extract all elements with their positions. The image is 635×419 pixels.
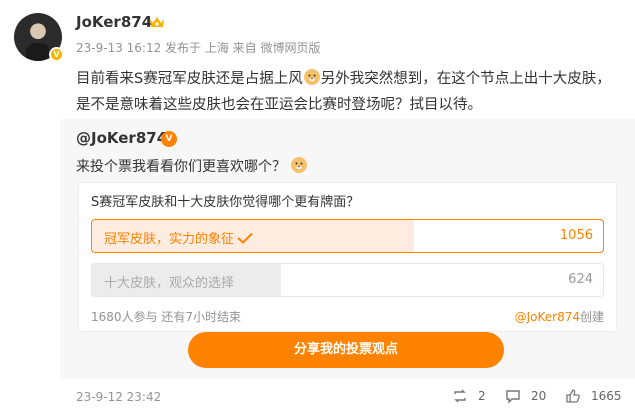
comment-count: 20 [531, 389, 547, 403]
share-vote-button[interactable]: 分享我的投票观点 [188, 332, 504, 368]
post-meta: 23-9-13 16:12 发布于 上海 来自 微博网页版 [76, 41, 321, 55]
repost-card: @JoKer874 V 来投个票我看看你们更喜欢哪个？ S赛冠军皮肤和十大皮肤你… [60, 119, 635, 379]
poll-creator: @JoKer874创建 [514, 310, 604, 324]
poll-option-2-count: 624 [568, 272, 593, 287]
poll-option-2-label: 十大皮肤，观众的选择 [104, 276, 235, 291]
crown-icon [150, 17, 164, 27]
poll-card: S赛冠军皮肤和十大皮肤你觉得哪个更有牌面？ 冠军皮肤，实力的象征 1056 十大… [78, 182, 617, 332]
poll-question: S赛冠军皮肤和十大皮肤你觉得哪个更有牌面？ [91, 195, 360, 210]
like-action[interactable]: 1665 [565, 388, 622, 404]
poll-option-1-label: 冠军皮肤，实力的象征 [104, 228, 253, 247]
poll-option-1[interactable]: 冠军皮肤，实力的象征 1056 [91, 219, 604, 253]
repost-count: 2 [478, 389, 486, 403]
thumbs-up-icon [566, 389, 580, 403]
poll-creator-link[interactable]: @JoKer874 [515, 310, 580, 324]
check-icon [237, 232, 253, 244]
repost-icon [454, 389, 466, 403]
post-text-part1: 目前看来S赛冠军皮肤还是占据上风 [76, 71, 303, 87]
repost-action[interactable]: 2 [452, 388, 486, 404]
username[interactable]: JoKer874 [76, 13, 152, 31]
verified-badge-icon: V [49, 47, 64, 62]
repost-text: 来投个票我看看你们更喜欢哪个？ [76, 156, 308, 176]
vote-badge-icon: V [161, 131, 177, 147]
poll-stats: 1680人参与 还有7小时结束 [91, 310, 241, 324]
poll-option-2[interactable]: 十大皮肤，观众的选择 624 [91, 263, 604, 297]
like-count: 1665 [591, 389, 622, 403]
repost-username[interactable]: @JoKer874 [76, 129, 167, 147]
poll-option-1-count: 1056 [559, 228, 593, 243]
comment-action[interactable]: 20 [505, 388, 546, 404]
repost-time: 23-9-12 23:42 [76, 390, 162, 404]
doge-emoji-icon [291, 157, 307, 173]
comment-icon [506, 390, 520, 404]
post-text: 目前看来S赛冠军皮肤还是占据上风 另外我突然想到，在这个节点上出十大皮肤，是不是意… [76, 66, 616, 118]
doge-emoji-icon [303, 69, 320, 85]
